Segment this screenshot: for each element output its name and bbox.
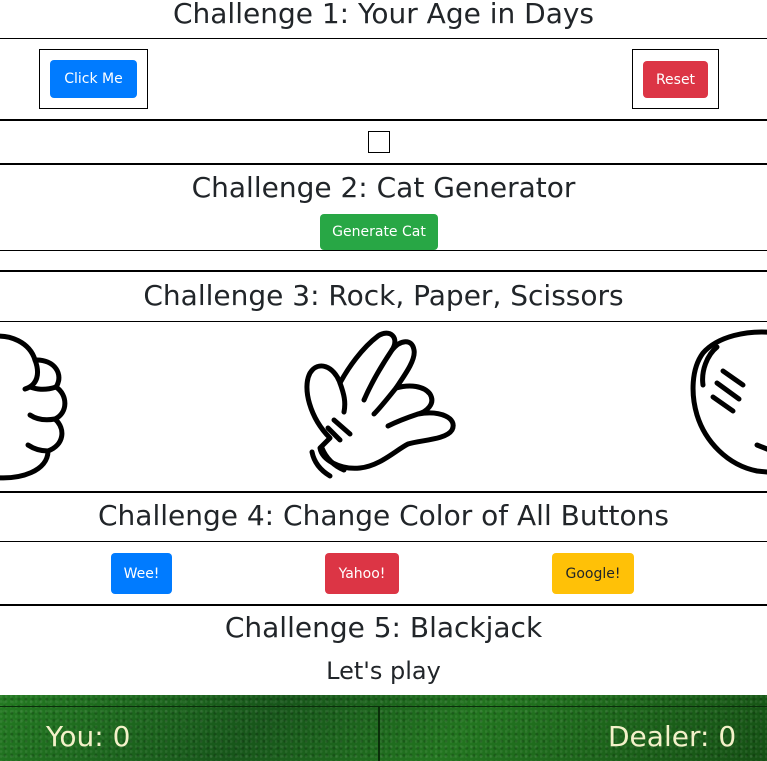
challenge4-title: Challenge 4: Change Color of All Buttons [97,499,670,532]
challenge5-title: Challenge 5: Blackjack [224,611,543,644]
challenge2-title: Challenge 2: Cat Generator [191,171,576,204]
you-label: You: [46,720,104,753]
divider [0,163,767,165]
table-border [0,706,767,707]
divider [0,119,767,121]
click-me-button[interactable]: Click Me [50,60,137,98]
yahoo-button[interactable]: Yahoo! [325,553,399,594]
divider [0,541,767,542]
divider [0,250,767,251]
you-score: You: 0 [46,720,130,753]
you-score-value: 0 [112,720,131,753]
divider [0,321,767,322]
rock-icon[interactable] [0,325,70,485]
table-divider [378,706,380,761]
paper-icon[interactable] [300,328,460,483]
dealer-score: Dealer: 0 [608,720,736,753]
dealer-score-value: 0 [718,720,737,753]
scissors-icon[interactable] [687,325,767,485]
divider [0,491,767,493]
divider [0,270,767,272]
google-button[interactable]: Google! [552,553,634,594]
age-result-box [368,131,390,153]
challenge3-title: Challenge 3: Rock, Paper, Scissors [143,279,624,312]
wee-button[interactable]: Wee! [111,553,172,594]
blackjack-status: Let's play [326,657,441,685]
divider [0,38,767,39]
page: Challenge 1: Your Age in Days Click Me R… [0,0,767,761]
generate-cat-button[interactable]: Generate Cat [320,214,438,250]
dealer-label: Dealer: [608,720,710,753]
reset-button[interactable]: Reset [643,61,708,98]
divider [0,604,767,606]
challenge1-title: Challenge 1: Your Age in Days [172,0,595,30]
